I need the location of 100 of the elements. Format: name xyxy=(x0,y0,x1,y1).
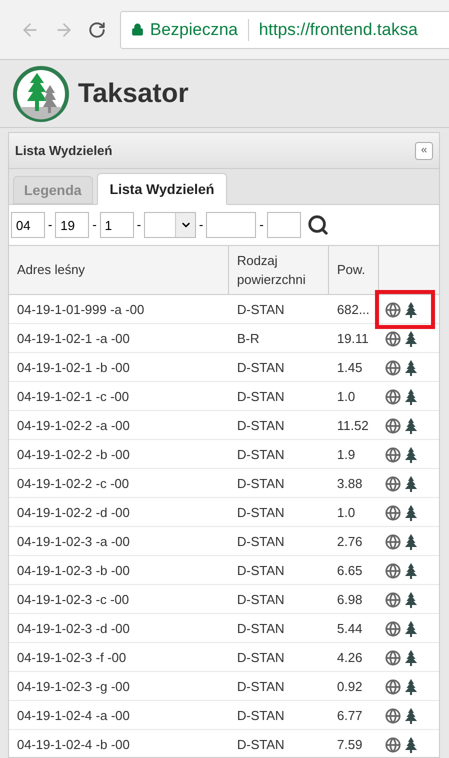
globe-icon[interactable] xyxy=(385,592,401,608)
table-cell-text: D-STAN xyxy=(236,388,286,406)
separator-text: - xyxy=(258,216,265,234)
table-cell-text: D-STAN xyxy=(236,300,286,319)
app-title: Taksator xyxy=(78,77,189,110)
table-cell-text: 04-19-1-02-4 -a -00 xyxy=(16,706,131,725)
table-cell-text: 04-19-1-02-1 -b -00 xyxy=(16,358,131,377)
table-cell-text: D-STAN xyxy=(236,590,286,609)
globe-icon[interactable] xyxy=(385,388,401,404)
tree-icon xyxy=(405,620,417,636)
globe-icon[interactable] xyxy=(385,562,401,578)
column-header[interactable]: Adres leśny xyxy=(17,260,85,280)
table-cell-text: 04-19-1-02-4 -b -00 xyxy=(16,736,131,754)
input-field[interactable]: 1 xyxy=(100,212,134,238)
table-cell-text: D-STAN xyxy=(236,620,286,638)
globe-icon[interactable] xyxy=(385,476,401,492)
table-cell-text: 6.98 xyxy=(336,590,364,609)
search-icon[interactable] xyxy=(306,214,329,236)
url-text: https://frontend.taksa xyxy=(258,18,418,41)
table-cell-text: 04-19-1-02-2 -c -00 xyxy=(16,474,130,493)
table-cell-text: 6.77 xyxy=(336,706,364,725)
table-cell-text: 04-19-1-02-3 -a -00 xyxy=(16,532,131,551)
separator-text: - xyxy=(198,216,204,234)
tree-icon xyxy=(405,562,417,578)
table-cell-text: 04-19-1-02-2 -b -00 xyxy=(16,446,131,464)
tree-icon xyxy=(405,736,417,752)
table-cell-text: 04-19-1-02-3 -c -00 xyxy=(16,590,130,609)
table-cell-text: 11.52 xyxy=(336,416,370,435)
tree-icon xyxy=(405,360,417,376)
table-cell-text: 04-19-1-02-3 -f -00 xyxy=(16,648,128,667)
globe-icon[interactable] xyxy=(385,330,401,346)
input-field[interactable] xyxy=(206,212,256,238)
input-field[interactable]: 04 xyxy=(11,212,45,238)
table-cell-text: 2.76 xyxy=(336,532,364,551)
table-cell-text: 04-19-1-02-1 -c -00 xyxy=(16,388,130,406)
column-header[interactable]: Pow. xyxy=(337,260,366,280)
input-field[interactable]: 19 xyxy=(55,212,90,238)
globe-icon[interactable] xyxy=(385,360,401,376)
table-cell-text: D-STAN xyxy=(236,706,286,725)
tree-icon xyxy=(405,678,417,694)
globe-icon[interactable] xyxy=(385,736,401,752)
table-cell-text: D-STAN xyxy=(236,678,286,696)
tree-icon xyxy=(405,388,417,404)
table-cell-text: D-STAN xyxy=(236,736,286,754)
collapse-button[interactable]: « xyxy=(415,142,433,160)
table-cell-text: D-STAN xyxy=(236,446,286,464)
tree-icon xyxy=(405,592,417,608)
address-bar[interactable]: Bezpieczna https://frontend.taksa xyxy=(120,10,449,48)
globe-icon[interactable] xyxy=(385,302,401,318)
tab[interactable]: Lista Wydzieleń xyxy=(96,173,228,205)
table-cell-text: 04-19-1-02-3 -b -00 xyxy=(16,562,131,580)
tree-icon xyxy=(405,476,417,492)
tree-icon xyxy=(405,330,417,346)
table-cell-text: 5.44 xyxy=(336,620,364,638)
table-cell-text: 1.0 xyxy=(336,388,356,406)
table-cell-text: 04-19-1-01-999 -a -00 xyxy=(16,300,146,319)
table-cell-text: 04-19-1-02-3 -g -00 xyxy=(16,678,131,696)
globe-icon[interactable] xyxy=(385,446,401,462)
table-cell-text: D-STAN xyxy=(236,504,286,522)
table-cell-text: 0.92 xyxy=(336,678,364,696)
panel-title: Lista Wydzieleń xyxy=(15,142,112,160)
globe-icon[interactable] xyxy=(385,678,401,694)
table-cell-text: D-STAN xyxy=(236,532,286,551)
table-cell-text: 04-19-1-02-2 -a -00 xyxy=(16,416,131,435)
table-cell-text: 3.88 xyxy=(336,474,364,493)
table-cell-text: D-STAN xyxy=(236,358,286,377)
globe-icon[interactable] xyxy=(385,418,401,434)
tree-icon xyxy=(405,446,417,462)
table-cell-text: 04-19-1-02-1 -a -00 xyxy=(16,330,131,348)
reload-icon[interactable] xyxy=(88,20,106,38)
table-cell-text: 682... xyxy=(336,300,371,319)
separator-text: - xyxy=(47,216,54,234)
table-cell-text: 7.59 xyxy=(336,736,364,754)
table-cell-text: 1.45 xyxy=(336,358,364,377)
separator-text: - xyxy=(91,216,98,234)
select-field[interactable] xyxy=(144,212,196,238)
column-header[interactable]: Rodzaj powierzchni xyxy=(237,250,320,290)
security-label: Bezpieczna xyxy=(150,18,238,41)
table-cell-text: B-R xyxy=(236,330,260,348)
tree-icon xyxy=(405,302,417,318)
globe-icon[interactable] xyxy=(385,708,401,724)
globe-icon[interactable] xyxy=(385,534,401,550)
table-cell-text: 1.0 xyxy=(336,504,356,522)
table-cell-text: 04-19-1-02-3 -d -00 xyxy=(16,620,131,638)
logo-icon xyxy=(12,64,70,122)
tree-icon xyxy=(405,418,417,434)
tree-icon xyxy=(405,534,417,550)
table-cell-text: 04-19-1-02-2 -d -00 xyxy=(16,504,131,522)
separator-text: - xyxy=(136,216,142,234)
table-cell-text: D-STAN xyxy=(236,648,286,667)
globe-icon[interactable] xyxy=(385,504,401,520)
globe-icon[interactable] xyxy=(385,620,401,636)
table-cell-text: D-STAN xyxy=(236,474,286,493)
globe-icon[interactable] xyxy=(385,650,401,666)
table-cell-text: 6.65 xyxy=(336,562,364,580)
tree-icon xyxy=(405,504,417,520)
input-field[interactable] xyxy=(266,212,301,238)
tree-icon xyxy=(405,708,417,724)
table-cell-text: 4.26 xyxy=(336,648,364,667)
table-cell-text: 1.9 xyxy=(336,446,356,464)
